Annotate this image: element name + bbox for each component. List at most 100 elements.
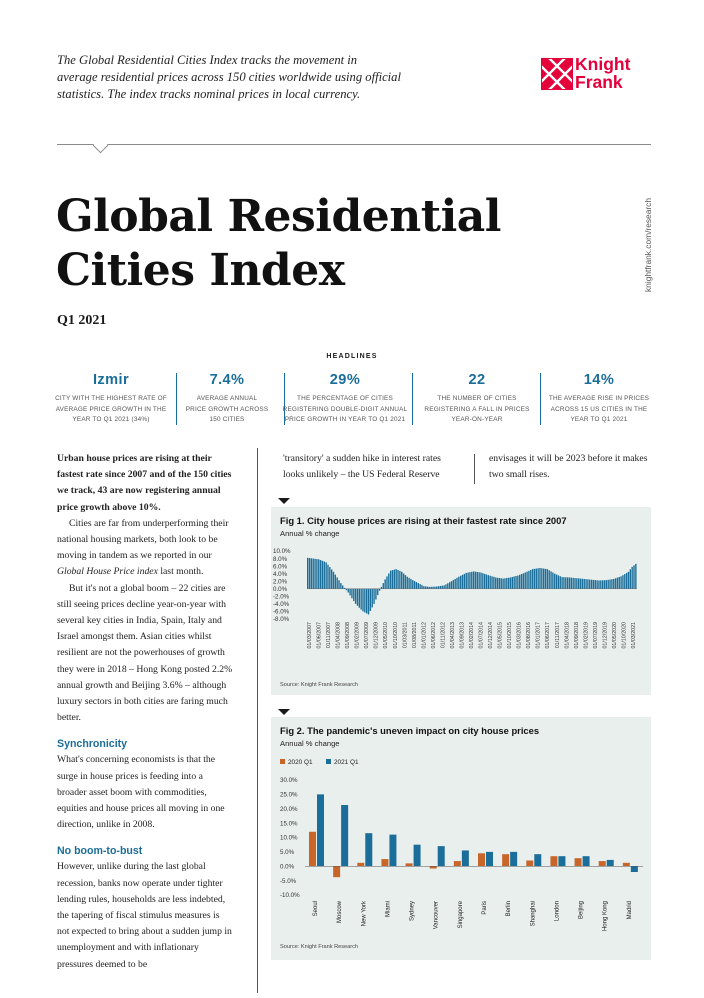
bar bbox=[330, 569, 333, 589]
bar bbox=[334, 574, 337, 589]
bar bbox=[412, 580, 414, 589]
bar bbox=[587, 579, 589, 589]
bar bbox=[635, 563, 637, 589]
bar bbox=[319, 560, 322, 589]
x-tick-label: 01/07/2014 bbox=[479, 622, 485, 649]
page-subtitle: Q1 2021 bbox=[57, 313, 107, 328]
y-tick-label: -4.0% bbox=[273, 601, 290, 608]
bar bbox=[375, 588, 377, 600]
lead-paragraph: Urban house prices are rising at their f… bbox=[57, 453, 232, 513]
figure-2-subtitle: Annual % change bbox=[280, 739, 340, 748]
y-tick-label: 4.0% bbox=[273, 571, 288, 578]
bar bbox=[461, 574, 464, 589]
bar bbox=[566, 577, 569, 589]
figure-1-panel: Fig 1. City house prices are rising at t… bbox=[271, 507, 651, 695]
bar bbox=[544, 568, 547, 589]
bar bbox=[391, 570, 394, 589]
bar bbox=[386, 576, 388, 589]
x-tick-label: 01/12/2014 bbox=[488, 622, 494, 649]
bar bbox=[443, 585, 445, 589]
bar bbox=[417, 583, 419, 589]
y-tick-label: -5.0% bbox=[280, 878, 297, 885]
bar bbox=[308, 558, 311, 589]
x-tick-label: 01/02/2014 bbox=[469, 622, 475, 649]
bar bbox=[578, 578, 580, 589]
bar bbox=[447, 583, 449, 589]
category-label: Madrid bbox=[627, 901, 633, 919]
bar bbox=[395, 569, 397, 589]
bar bbox=[321, 560, 324, 589]
category-label: New York bbox=[361, 900, 367, 926]
bar bbox=[432, 586, 434, 589]
bar bbox=[367, 588, 370, 615]
bar bbox=[600, 580, 602, 589]
bar bbox=[520, 574, 523, 589]
bar bbox=[423, 586, 425, 589]
x-tick-label: 01/02/2019 bbox=[583, 622, 589, 649]
bar bbox=[618, 576, 620, 589]
category-label: Miami bbox=[385, 901, 391, 917]
figure-1-chart: 10.0%8.0%6.0%4.0%2.0%0.0%-2.0%-4.0%-6.0%… bbox=[273, 548, 637, 649]
bar bbox=[574, 858, 582, 867]
category-label: Seoul bbox=[313, 901, 319, 916]
bar bbox=[373, 588, 375, 604]
headline-stat: Izmir City with the highest rate of avera… bbox=[55, 372, 167, 424]
y-tick-label: 10.0% bbox=[280, 835, 298, 842]
x-tick-label: 01/05/2015 bbox=[498, 622, 504, 649]
bar bbox=[507, 577, 510, 589]
bar bbox=[598, 580, 600, 589]
bar bbox=[579, 578, 582, 589]
bar bbox=[581, 578, 584, 589]
bar bbox=[354, 588, 357, 604]
bar bbox=[358, 588, 361, 608]
bar bbox=[624, 574, 626, 589]
bar bbox=[452, 580, 455, 589]
index-link[interactable]: Global House Price index bbox=[57, 566, 158, 577]
bar bbox=[614, 578, 617, 589]
bar bbox=[393, 569, 396, 589]
bar bbox=[424, 586, 427, 589]
side-url[interactable]: knightfrank.com/research bbox=[641, 190, 655, 300]
bar bbox=[625, 572, 628, 589]
y-tick-label: 5.0% bbox=[280, 849, 295, 856]
x-tick-label: 01/11/2012 bbox=[440, 622, 446, 648]
bar bbox=[478, 572, 480, 589]
bar bbox=[563, 577, 565, 589]
x-tick-label: 01/04/2013 bbox=[450, 622, 456, 649]
x-tick-label: 01/03/2016 bbox=[517, 622, 523, 649]
y-tick-label: 15.0% bbox=[280, 820, 298, 827]
knight-frank-logo[interactable]: Knight Frank bbox=[541, 55, 653, 96]
x-tick-label: 01/06/2007 bbox=[317, 622, 323, 649]
bar bbox=[570, 577, 573, 589]
bar bbox=[539, 568, 541, 589]
page-title: Global Residential Cities Index bbox=[56, 191, 502, 296]
body-paragraph: What's concerning economists is that the… bbox=[57, 754, 225, 831]
bar bbox=[327, 564, 329, 589]
bar bbox=[388, 573, 390, 589]
y-tick-label: -2.0% bbox=[273, 594, 290, 601]
x-tick-label: 01/09/2013 bbox=[459, 622, 465, 649]
bar bbox=[607, 579, 609, 589]
bar bbox=[460, 575, 462, 589]
bar bbox=[318, 559, 320, 589]
bar bbox=[467, 572, 469, 589]
body-paragraph: But it's not a global boom – 22 cities a… bbox=[57, 582, 233, 724]
bar bbox=[377, 588, 379, 596]
x-tick-label: 01/01/2012 bbox=[421, 622, 427, 649]
bar bbox=[565, 577, 567, 589]
x-tick-label: 01/03/2021 bbox=[631, 622, 637, 649]
figure-2-source: Source: Knight Frank Research bbox=[280, 944, 359, 950]
headline-stat: 22 The number of cities registering a fal… bbox=[424, 372, 530, 424]
bar bbox=[519, 574, 521, 589]
x-tick-label: 01/07/2019 bbox=[593, 622, 599, 649]
x-tick-label: 01/10/2015 bbox=[507, 622, 513, 649]
bar bbox=[471, 571, 473, 589]
bar bbox=[555, 574, 558, 589]
bar bbox=[397, 570, 399, 589]
bar bbox=[582, 856, 590, 867]
bar bbox=[430, 586, 432, 589]
legend-label: 2020 Q1 bbox=[288, 759, 313, 766]
category-label: Singapore bbox=[458, 900, 464, 928]
bar bbox=[541, 568, 543, 589]
bar bbox=[351, 588, 353, 599]
